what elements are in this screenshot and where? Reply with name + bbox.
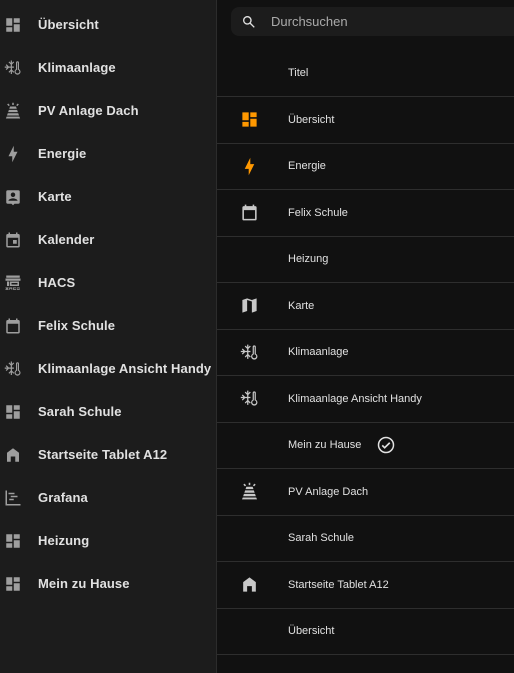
sidebar-item-startseite-tablet-a12[interactable]: Startseite Tablet A12 xyxy=(0,433,216,476)
solar-panel-icon xyxy=(239,482,259,502)
calendar-icon xyxy=(4,231,22,249)
sidebar-item-label: PV Anlage Dach xyxy=(38,103,139,118)
sidebar-item-klimaanlage-ansicht-handy[interactable]: Klimaanlage Ansicht Handy xyxy=(0,347,216,390)
snowflake-thermometer-icon xyxy=(4,360,22,378)
row-title: Energie xyxy=(288,160,326,173)
dashboard-table: Titel Übersicht Energie Felix Schule Hei… xyxy=(217,50,514,655)
sidebar-item-mein-zu-hause[interactable]: Mein zu Hause xyxy=(0,562,216,605)
hacs-icon xyxy=(4,274,22,292)
sidebar-item-label: Kalender xyxy=(38,232,95,247)
table-row[interactable]: Heizung xyxy=(217,237,514,283)
sidebar-item-uebersicht[interactable]: Übersicht xyxy=(0,3,216,46)
row-title: Übersicht xyxy=(288,625,335,638)
table-header-row: Titel xyxy=(217,50,514,97)
dashboard-icon xyxy=(4,575,22,593)
row-title: PV Anlage Dach xyxy=(288,485,369,498)
table-row[interactable]: Klimaanlage xyxy=(217,330,514,376)
dashboard-icon xyxy=(4,532,22,550)
table-row[interactable]: Übersicht xyxy=(217,97,514,144)
home-icon xyxy=(239,575,259,595)
dashboard-list-panel: Titel Übersicht Energie Felix Schule Hei… xyxy=(217,0,514,673)
search-bar[interactable] xyxy=(231,7,514,36)
check-circle-icon xyxy=(377,436,395,454)
sidebar-item-label: Sarah Schule xyxy=(38,404,122,419)
sidebar-item-kalender[interactable]: Kalender xyxy=(0,218,216,261)
dashboard-icon xyxy=(4,403,22,421)
dashboard-icon xyxy=(4,16,22,34)
sidebar-item-hacs[interactable]: HACS xyxy=(0,261,216,304)
sidebar-item-label: Klimaanlage xyxy=(38,60,116,75)
row-title: Heizung xyxy=(288,253,329,266)
sidebar-item-grafana[interactable]: Grafana xyxy=(0,476,216,519)
row-title: Karte xyxy=(288,299,315,312)
table-row[interactable]: Energie xyxy=(217,144,514,190)
sidebar-item-label: Felix Schule xyxy=(38,318,116,333)
row-title: Klimaanlage xyxy=(288,346,349,359)
calendar-blank-icon xyxy=(239,203,259,223)
row-title: Felix Schule xyxy=(288,206,348,219)
account-box-icon xyxy=(4,188,22,206)
table-row[interactable]: Übersicht xyxy=(217,609,514,655)
table-row[interactable]: Klimaanlage Ansicht Handy xyxy=(217,376,514,423)
snowflake-thermometer-icon xyxy=(239,342,259,362)
sidebar-item-label: Grafana xyxy=(38,490,88,505)
lightning-bolt-icon xyxy=(239,156,259,176)
row-title: Mein zu Hause xyxy=(288,439,362,452)
search-input[interactable] xyxy=(269,13,473,30)
sidebar-item-felix-schule[interactable]: Felix Schule xyxy=(0,304,216,347)
table-row[interactable]: Felix Schule xyxy=(217,190,514,237)
table-row[interactable]: PV Anlage Dach xyxy=(217,469,514,516)
sidebar-item-label: Energie xyxy=(38,146,87,161)
table-row[interactable]: Startseite Tablet A12 xyxy=(217,562,514,609)
home-icon xyxy=(4,446,22,464)
sidebar-item-label: Klimaanlage Ansicht Handy xyxy=(38,361,212,376)
row-title: Übersicht xyxy=(288,113,335,126)
sidebar-item-label: Mein zu Hause xyxy=(38,576,130,591)
sidebar-item-karte[interactable]: Karte xyxy=(0,175,216,218)
sidebar-item-sarah-schule[interactable]: Sarah Schule xyxy=(0,390,216,433)
dashboard-icon xyxy=(239,110,259,130)
sidebar-item-label: Übersicht xyxy=(38,17,99,32)
sidebar-item-label: Karte xyxy=(38,189,72,204)
sidebar-item-pv-anlage-dach[interactable]: PV Anlage Dach xyxy=(0,89,216,132)
sidebar-item-label: Startseite Tablet A12 xyxy=(38,447,168,462)
sidebar-item-heizung[interactable]: Heizung xyxy=(0,519,216,562)
row-title: Klimaanlage Ansicht Handy xyxy=(288,392,422,405)
row-title: Startseite Tablet A12 xyxy=(288,578,389,591)
search-icon xyxy=(241,14,257,30)
row-title: Sarah Schule xyxy=(288,532,355,545)
snowflake-thermometer-icon xyxy=(239,389,259,409)
calendar-blank-icon xyxy=(4,317,22,335)
table-row[interactable]: Sarah Schule xyxy=(217,516,514,562)
column-header-title[interactable]: Titel xyxy=(288,67,308,79)
sidebar: Übersicht Klimaanlage PV Anlage Dach Ene… xyxy=(0,0,217,673)
map-icon xyxy=(239,296,259,316)
table-row[interactable]: Mein zu Hause xyxy=(217,423,514,469)
snowflake-thermometer-icon xyxy=(4,59,22,77)
lightning-bolt-icon xyxy=(4,145,22,163)
table-row[interactable]: Karte xyxy=(217,283,514,330)
sidebar-item-energie[interactable]: Energie xyxy=(0,132,216,175)
chart-gantt-icon xyxy=(4,489,22,507)
solar-panel-icon xyxy=(4,102,22,120)
sidebar-item-klimaanlage[interactable]: Klimaanlage xyxy=(0,46,216,89)
sidebar-item-label: Heizung xyxy=(38,533,90,548)
sidebar-item-label: HACS xyxy=(38,275,76,290)
